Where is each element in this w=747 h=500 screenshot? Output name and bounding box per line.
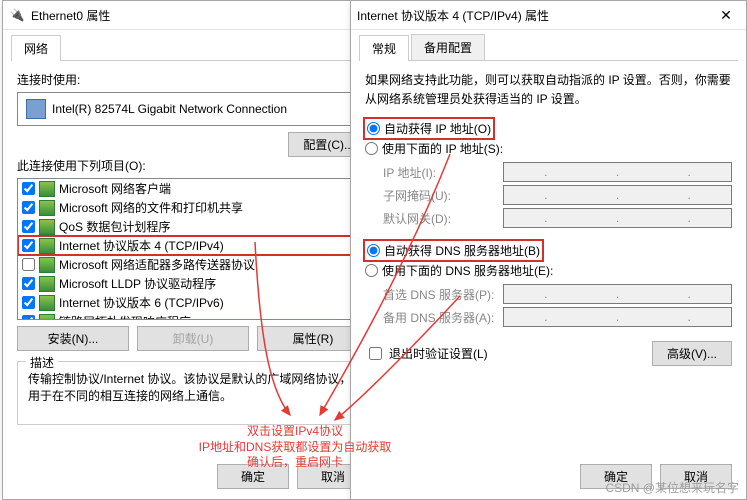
manual-dns-radio[interactable]: 使用下面的 DNS 服务器地址(E): [365, 260, 732, 281]
uses-items-label: 此连接使用下列项目(O): [17, 157, 369, 174]
list-item[interactable]: QoS 数据包计划程序 [18, 217, 368, 236]
tab-general[interactable]: 常规 [359, 35, 409, 61]
validate-label: 退出时验证设置(L) [389, 345, 488, 362]
dns2-field: 备用 DNS 服务器(A):... [383, 307, 732, 327]
close-icon[interactable]: ✕ [706, 1, 746, 29]
description-text: 传输控制协议/Internet 协议。该协议是默认的广域网络协议，用于在不同的相… [28, 372, 351, 403]
connect-using-label: 连接时使用: [17, 71, 369, 88]
component-icon [39, 200, 55, 216]
list-item[interactable]: Internet 协议版本 4 (TCP/IPv4) [18, 236, 368, 255]
item-checkbox[interactable] [22, 220, 35, 233]
item-label: Microsoft 网络适配器多路传送器协议 [59, 256, 255, 273]
list-item[interactable]: Microsoft 网络适配器多路传送器协议 [18, 255, 368, 274]
auto-ip-radio[interactable]: 自动获得 IP 地址(O) [365, 119, 493, 138]
item-checkbox[interactable] [22, 201, 35, 214]
tab-alternate[interactable]: 备用配置 [411, 34, 485, 60]
ip-input: ... [503, 162, 732, 182]
adapter-name: Intel(R) 82574L Gigabit Network Connecti… [52, 102, 287, 116]
item-checkbox[interactable] [22, 277, 35, 290]
uninstall-button[interactable]: 卸载(U) [137, 326, 249, 351]
watermark: CSDN @某位想来玩名字 [605, 479, 739, 496]
auto-dns-radio[interactable]: 自动获得 DNS 服务器地址(B) [365, 241, 542, 260]
gw-field: 默认网关(D):... [383, 208, 732, 228]
dns1-field: 首选 DNS 服务器(P):... [383, 284, 732, 304]
item-label: QoS 数据包计划程序 [59, 218, 170, 235]
auto-dns-label: 自动获得 DNS 服务器地址(B) [384, 242, 540, 259]
list-item[interactable]: Microsoft 网络的文件和打印机共享 [18, 198, 368, 217]
validate-checkbox[interactable] [369, 347, 382, 360]
component-icon [39, 276, 55, 292]
item-label: Internet 协议版本 6 (TCP/IPv6) [59, 294, 224, 311]
item-label: Internet 协议版本 4 (TCP/IPv4) [59, 237, 224, 254]
install-button[interactable]: 安装(N)... [17, 326, 129, 351]
info-text: 如果网络支持此功能，则可以获取自动指派的 IP 设置。否则，你需要从网络系统管理… [365, 71, 732, 109]
description-title: 描述 [26, 354, 58, 371]
list-item[interactable]: Microsoft 网络客户端 [18, 179, 368, 198]
description-group: 描述 传输控制协议/Internet 协议。该协议是默认的广域网络协议，用于在不… [17, 361, 369, 425]
ethernet-icon: 🔌 [9, 7, 25, 23]
item-label: 链路层拓扑发现响应程序 [59, 313, 191, 320]
item-checkbox[interactable] [22, 296, 35, 309]
mask-input: ... [503, 185, 732, 205]
auto-ip-label: 自动获得 IP 地址(O) [384, 120, 491, 137]
list-item[interactable]: Microsoft LLDP 协议驱动程序 [18, 274, 368, 293]
manual-ip-label: 使用下面的 IP 地址(S): [382, 140, 503, 157]
tabs: 网络 [11, 34, 375, 61]
dns1-input: ... [503, 284, 732, 304]
adapter-box: Intel(R) 82574L Gigabit Network Connecti… [17, 92, 369, 126]
window-title: Ethernet0 属性 [31, 7, 343, 24]
tab-network[interactable]: 网络 [11, 35, 61, 61]
component-icon [39, 295, 55, 311]
item-checkbox[interactable] [22, 182, 35, 195]
component-icon [39, 314, 55, 321]
auto-ip-input[interactable] [367, 122, 380, 135]
ip-field: IP 地址(I):... [383, 162, 732, 182]
dns2-input: ... [503, 307, 732, 327]
manual-ip-input[interactable] [365, 142, 378, 155]
gw-input: ... [503, 208, 732, 228]
components-list[interactable]: Microsoft 网络客户端 Microsoft 网络的文件和打印机共享 QoS … [17, 178, 369, 320]
item-checkbox[interactable] [22, 239, 35, 252]
item-label: Microsoft 网络客户端 [59, 180, 171, 197]
item-label: Microsoft 网络的文件和打印机共享 [59, 199, 243, 216]
list-item[interactable]: 链路层拓扑发现响应程序 [18, 312, 368, 320]
annotation-text: 双击设置IPv4协议 IP地址和DNS获取都设置为自动获取 确认后，重启网卡 [180, 424, 410, 471]
manual-dns-label: 使用下面的 DNS 服务器地址(E): [382, 262, 553, 279]
component-icon [39, 257, 55, 273]
component-icon [39, 238, 55, 254]
nic-icon [26, 99, 46, 119]
auto-dns-input[interactable] [367, 244, 380, 257]
component-icon [39, 181, 55, 197]
item-label: Microsoft LLDP 协议驱动程序 [59, 275, 216, 292]
component-icon [39, 219, 55, 235]
item-checkbox[interactable] [22, 258, 35, 271]
window-title: Internet 协议版本 4 (TCP/IPv4) 属性 [357, 7, 706, 24]
titlebar: Internet 协议版本 4 (TCP/IPv4) 属性 ✕ [351, 1, 746, 30]
mask-field: 子网掩码(U):... [383, 185, 732, 205]
list-item[interactable]: Internet 协议版本 6 (TCP/IPv6) [18, 293, 368, 312]
advanced-button[interactable]: 高级(V)... [652, 341, 732, 366]
manual-dns-input[interactable] [365, 264, 378, 277]
titlebar: 🔌 Ethernet0 属性 ✕ [3, 1, 383, 30]
tabs: 常规 备用配置 [359, 34, 738, 61]
manual-ip-radio[interactable]: 使用下面的 IP 地址(S): [365, 138, 732, 159]
item-checkbox[interactable] [22, 315, 35, 320]
